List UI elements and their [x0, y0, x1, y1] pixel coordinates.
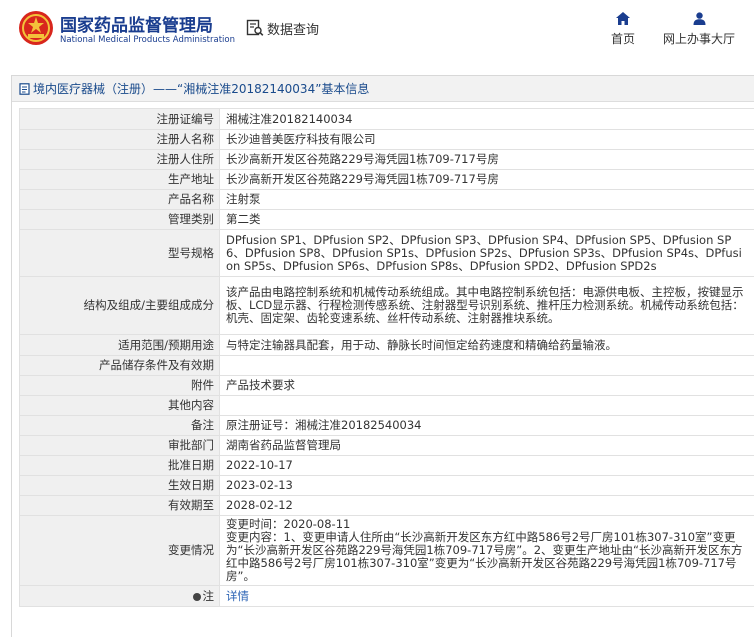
user-icon — [693, 12, 705, 25]
table-row: 附件 产品技术要求 — [19, 375, 754, 396]
table-row-note: 注详情 — [19, 585, 754, 607]
table-row: 变更情况 变更时间：2020-08-11 变更内容：1、变更申请人住所由“长沙高新… — [19, 515, 754, 586]
field-value: 与特定注输器具配套，用于动、静脉长时间恒定给药速度和精确给药量输液。 — [219, 334, 754, 356]
note-label: 注 — [202, 588, 215, 603]
table-row: 注册人名称 长沙迪普美医疗科技有限公司 — [19, 129, 754, 150]
field-label: 管理类别 — [19, 209, 220, 230]
nav-home[interactable]: 首页 — [606, 12, 640, 47]
field-value: 该产品由电路控制系统和机械传动系统组成。其中电路控制系统包括：电源供电板、主控板… — [219, 276, 754, 335]
table-row: 注册人住所 长沙高新开发区谷苑路229号海凭园1栋709-717号房 — [19, 149, 754, 170]
field-label: 审批部门 — [19, 435, 220, 456]
field-value: 变更时间：2020-08-11 变更内容：1、变更申请人住所由“长沙高新开发区东… — [219, 515, 754, 586]
table-row: 产品名称 注射泵 — [19, 189, 754, 210]
document-icon — [19, 82, 30, 95]
table-row: 审批部门 湖南省药品监督管理局 — [19, 435, 754, 456]
field-label: 结构及组成/主要组成成分 — [19, 276, 220, 335]
field-label: 产品名称 — [19, 189, 220, 210]
table-row: 生效日期 2023-02-13 — [19, 475, 754, 496]
lightbulb-icon — [192, 592, 201, 601]
breadcrumb-text: 境内医疗器械（注册）——“湘械注准20182140034”基本信息 — [33, 82, 370, 96]
table-row: 备注 原注册证号：湘械注准20182540034 — [19, 415, 754, 436]
info-table: 注册证编号 湘械注准20182140034 注册人名称 长沙迪普美医疗科技有限公司 注册… — [19, 108, 754, 607]
field-label: 批准日期 — [19, 455, 220, 476]
field-value: 长沙迪普美医疗科技有限公司 — [219, 129, 754, 150]
field-label: 注册证编号 — [19, 108, 220, 130]
table-row: 有效期至 2028-02-12 — [19, 495, 754, 516]
nav-online-service-hall[interactable]: 网上办事大厅 — [658, 12, 740, 47]
field-label: 注册人住所 — [19, 149, 220, 170]
field-label: 型号规格 — [19, 229, 220, 277]
note-value-cell: 详情 — [219, 585, 754, 607]
field-value — [219, 355, 754, 376]
field-label: 备注 — [19, 415, 220, 436]
table-row: 批准日期 2022-10-17 — [19, 455, 754, 476]
detail-panel: 境内医疗器械（注册）——“湘械注准20182140034”基本信息 注册证编号湘… — [11, 75, 754, 637]
brand-name-en[interactable]: National Medical Products Administration — [60, 35, 235, 45]
national-emblem-logo[interactable] — [18, 10, 54, 46]
field-value: 第二类 — [219, 209, 754, 230]
table-row: 型号规格 DPfusion SP1、DPfusion SP2、DPfusion S… — [19, 229, 754, 277]
nav-home-label: 首页 — [610, 32, 635, 46]
field-value: 湖南省药品监督管理局 — [219, 435, 754, 456]
field-value: 原注册证号：湘械注准20182540034 — [219, 415, 754, 436]
breadcrumb: 境内医疗器械（注册）——“湘械注准20182140034”基本信息 — [12, 76, 754, 102]
info-table-wrapper: 注册证编号 湘械注准20182140034 注册人名称 长沙迪普美医疗科技有限公司 注册… — [19, 108, 754, 607]
table-row: 结构及组成/主要组成成分 该产品由电路控制系统和机械传动系统组成。其中电路控制系统… — [19, 276, 754, 335]
table-row: 适用范围/预期用途 与特定注输器具配套，用于动、静脉长时间恒定给药速度和精确给药量… — [19, 334, 754, 356]
field-value — [219, 395, 754, 416]
table-row: 生产地址 长沙高新开发区谷苑路229号海凭园1栋709-717号房 — [19, 169, 754, 190]
nav-online-label: 网上办事大厅 — [662, 32, 735, 46]
site-header: 国家药品监督管理局 National Medical Products Admi… — [0, 0, 754, 60]
field-value: 2028-02-12 — [219, 495, 754, 516]
field-label: 产品储存条件及有效期 — [19, 355, 220, 376]
field-value: 2022-10-17 — [219, 455, 754, 476]
field-value: 湘械注准20182140034 — [219, 108, 754, 130]
table-row: 管理类别 第二类 — [19, 209, 754, 230]
field-label: 附件 — [19, 375, 220, 396]
field-label: 生效日期 — [19, 475, 220, 496]
field-label: 适用范围/预期用途 — [19, 334, 220, 356]
table-row: 其他内容 — [19, 395, 754, 416]
note-label-cell: 注 — [19, 585, 220, 607]
details-link[interactable]: 详情 — [226, 589, 249, 603]
data-query-label: 数据查询 — [267, 22, 320, 38]
field-value: 长沙高新开发区谷苑路229号海凭园1栋709-717号房 — [219, 149, 754, 170]
field-value: 产品技术要求 — [219, 375, 754, 396]
field-label: 变更情况 — [19, 515, 220, 586]
field-label: 其他内容 — [19, 395, 220, 416]
field-value: DPfusion SP1、DPfusion SP2、DPfusion SP3、D… — [219, 229, 754, 277]
brand-name-cn[interactable]: 国家药品监督管理局 — [60, 11, 213, 36]
field-label: 注册人名称 — [19, 129, 220, 150]
field-value: 注射泵 — [219, 189, 754, 210]
field-value: 长沙高新开发区谷苑路229号海凭园1栋709-717号房 — [219, 169, 754, 190]
search-document-icon — [246, 19, 264, 36]
field-label: 生产地址 — [19, 169, 220, 190]
home-icon — [616, 12, 630, 25]
field-value: 2023-02-13 — [219, 475, 754, 496]
field-label: 有效期至 — [19, 495, 220, 516]
table-row: 注册证编号 湘械注准20182140034 — [19, 108, 754, 130]
data-query-link[interactable]: 数据查询 — [246, 18, 319, 38]
table-row: 产品储存条件及有效期 — [19, 355, 754, 376]
